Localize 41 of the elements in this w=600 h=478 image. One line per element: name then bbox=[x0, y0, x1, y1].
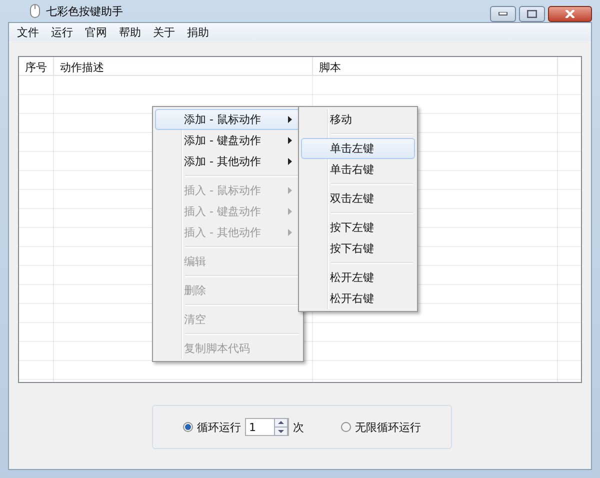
menu-item[interactable]: 官网 bbox=[79, 24, 113, 40]
maximize-icon bbox=[527, 10, 537, 18]
spinner-arrows-icon[interactable] bbox=[274, 418, 288, 436]
menu-item[interactable]: 移动 bbox=[301, 109, 415, 130]
column-header[interactable]: 序号 bbox=[19, 57, 54, 75]
menu-item[interactable]: 文件 bbox=[11, 24, 45, 40]
menu-item[interactable]: 添加 - 其他动作 bbox=[155, 151, 301, 172]
minimize-button[interactable] bbox=[490, 6, 516, 22]
submenu-arrow-icon bbox=[288, 229, 292, 236]
option-label: 循环运行 bbox=[197, 420, 241, 434]
menu-item[interactable]: 添加 - 键盘动作 bbox=[155, 130, 301, 151]
column-header[interactable]: 脚本 bbox=[313, 57, 558, 75]
count-field[interactable]: 1 bbox=[245, 418, 289, 436]
mouse-icon bbox=[30, 4, 40, 18]
menu-item[interactable]: 添加 - 鼠标动作 bbox=[155, 109, 301, 130]
submenu-arrow-icon bbox=[288, 116, 292, 123]
menu-item[interactable]: 捐助 bbox=[181, 24, 215, 40]
option-label: 无限循环运行 bbox=[355, 420, 421, 434]
radio-button[interactable] bbox=[341, 422, 351, 432]
submenu-arrow-icon bbox=[288, 137, 292, 144]
unit-label: 次 bbox=[293, 420, 304, 434]
close-button[interactable] bbox=[548, 6, 592, 22]
submenu-arrow-icon bbox=[288, 208, 292, 215]
submenu-arrow-icon bbox=[288, 158, 292, 165]
menu-item[interactable]: 松开右键 bbox=[301, 288, 415, 309]
menu-item[interactable]: 双击左键 bbox=[301, 188, 415, 209]
menu-item[interactable]: 按下左键 bbox=[301, 217, 415, 238]
menu-item[interactable]: 运行 bbox=[45, 24, 79, 40]
menu-item[interactable]: 单击左键 bbox=[301, 138, 415, 159]
close-icon bbox=[565, 10, 575, 18]
submenu-arrow-icon bbox=[288, 187, 292, 194]
radio-button[interactable] bbox=[183, 422, 193, 432]
menu-item[interactable]: 松开左键 bbox=[301, 267, 415, 288]
minimize-icon bbox=[498, 12, 508, 16]
column-header[interactable]: 动作描述 bbox=[54, 57, 313, 75]
menu-item[interactable]: 帮助 bbox=[113, 24, 147, 40]
menu-item[interactable]: 单击右键 bbox=[301, 159, 415, 180]
maximize-button[interactable] bbox=[519, 6, 545, 22]
menu-item[interactable]: 按下右键 bbox=[301, 238, 415, 259]
window-title: 七彩色按键助手 bbox=[46, 4, 123, 18]
menu-item[interactable]: 关于 bbox=[147, 24, 181, 40]
